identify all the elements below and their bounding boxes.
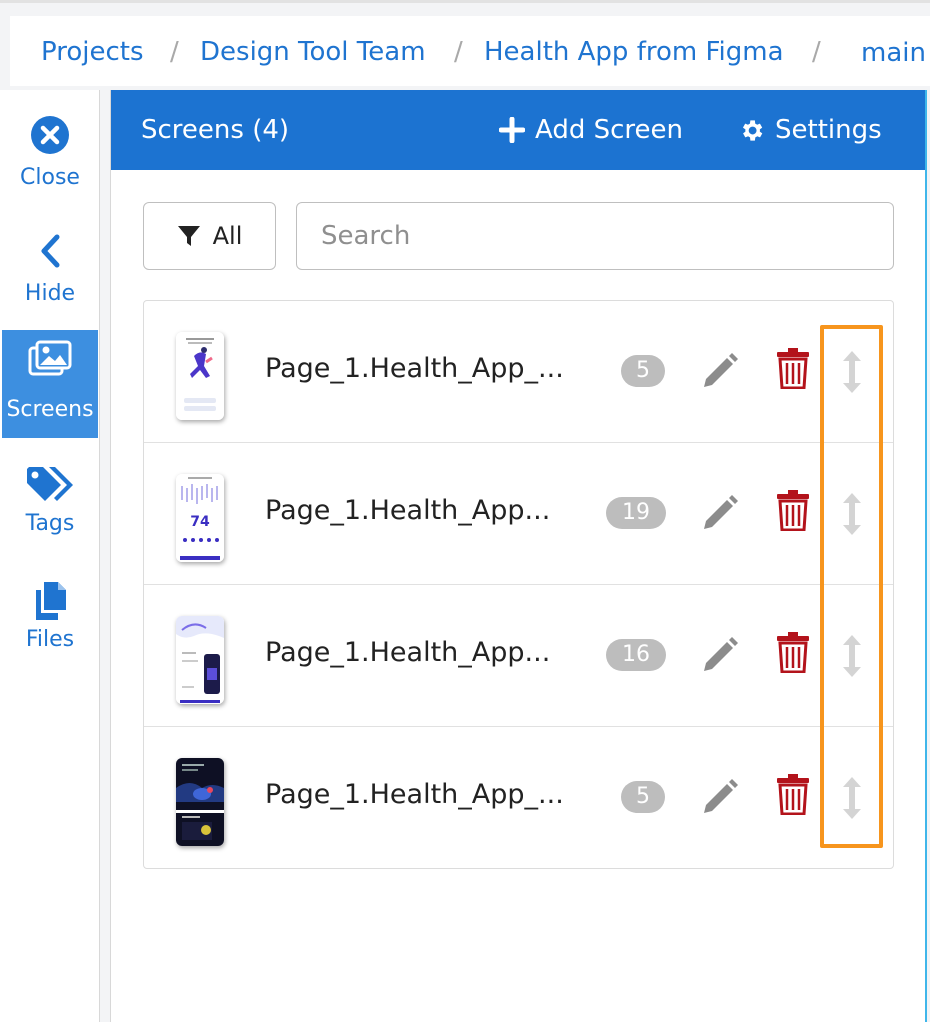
add-screen-label: Add Screen [535, 115, 683, 145]
screens-panel: Screens (4) Add Screen Settings All Sear… [110, 90, 926, 1022]
panel-title: Screens (4) [141, 115, 290, 145]
trash-icon[interactable] [776, 631, 810, 673]
breadcrumb-main[interactable]: main [861, 36, 926, 70]
list-item[interactable]: Page_1.Health_App... 16 [144, 585, 893, 727]
count-badge: 19 [606, 497, 666, 529]
drag-handle-icon[interactable] [840, 775, 864, 821]
breadcrumb-separator: / [812, 37, 821, 67]
count-badge: 5 [621, 355, 665, 387]
filter-label: All [212, 222, 243, 250]
filter-icon [177, 226, 200, 246]
sidebar-item-label: Tags [25, 511, 75, 536]
settings-button[interactable]: Settings [738, 112, 882, 148]
screen-name: Page_1.Health_App_... [265, 779, 564, 810]
chevron-left-icon [2, 226, 98, 276]
breadcrumb-health-app[interactable]: Health App from Figma [484, 35, 784, 69]
panel-edge [925, 90, 927, 1022]
screens-list: Page_1.Health_App_... 5 74 Page_1.Health… [143, 300, 894, 869]
pencil-icon[interactable] [700, 777, 740, 817]
pencil-icon[interactable] [700, 635, 740, 675]
screen-name: Page_1.Health_App... [265, 495, 551, 526]
images-icon [2, 334, 98, 384]
breadcrumb-separator: / [454, 37, 463, 67]
files-icon [2, 576, 98, 626]
gear-icon [742, 119, 763, 141]
sidebar-item-hide[interactable]: Hide [2, 226, 98, 332]
screen-name: Page_1.Health_App... [265, 637, 551, 668]
sidebar-item-label: Close [20, 165, 80, 190]
breadcrumb-separator: / [170, 37, 179, 67]
trash-icon[interactable] [776, 347, 810, 389]
list-item[interactable]: Page_1.Health_App_... 5 [144, 727, 893, 869]
sidebar-item-close[interactable]: Close [2, 110, 98, 216]
sidebar-item-label: Screens [6, 397, 94, 422]
tags-icon [2, 460, 98, 510]
sidebar-item-label: Files [25, 627, 75, 652]
add-screen-button[interactable]: Add Screen [499, 112, 683, 148]
screen-thumbnail [176, 616, 224, 704]
filter-button[interactable]: All [143, 202, 276, 270]
sidebar-item-files[interactable]: Files [2, 576, 98, 682]
panel-header: Screens (4) Add Screen Settings [111, 90, 926, 170]
screen-thumbnail: 74 [176, 474, 224, 562]
count-badge: 16 [606, 639, 666, 671]
sidebar-item-label: Hide [24, 281, 76, 306]
close-circle-icon [2, 110, 98, 160]
plus-icon [499, 117, 525, 143]
sidebar: Close Hide Screens Tags Files [0, 90, 100, 1022]
search-input[interactable] [296, 202, 894, 270]
screen-name: Page_1.Health_App_... [265, 353, 564, 384]
breadcrumb-projects[interactable]: Projects [41, 35, 144, 69]
pencil-icon[interactable] [700, 351, 740, 391]
count-badge: 5 [621, 781, 665, 813]
screen-thumbnail [176, 758, 224, 846]
list-item[interactable]: 74 Page_1.Health_App... 19 [144, 443, 893, 585]
screen-thumbnail [176, 332, 224, 420]
breadcrumb: Projects / Design Tool Team / Health App… [10, 16, 930, 86]
pencil-icon[interactable] [700, 493, 740, 533]
drag-handle-icon[interactable] [840, 633, 864, 679]
breadcrumb-design-tool-team[interactable]: Design Tool Team [200, 35, 426, 69]
settings-label: Settings [775, 115, 882, 145]
list-item[interactable]: Page_1.Health_App_... 5 [144, 301, 893, 443]
drag-handle-icon[interactable] [840, 491, 864, 537]
drag-handle-icon[interactable] [840, 349, 864, 395]
top-border [0, 0, 930, 3]
trash-icon[interactable] [776, 773, 810, 815]
sidebar-item-tags[interactable]: Tags [2, 460, 98, 566]
thumbnail-number: 74 [190, 514, 210, 530]
trash-icon[interactable] [776, 489, 810, 531]
sidebar-item-screens[interactable]: Screens [2, 330, 98, 438]
